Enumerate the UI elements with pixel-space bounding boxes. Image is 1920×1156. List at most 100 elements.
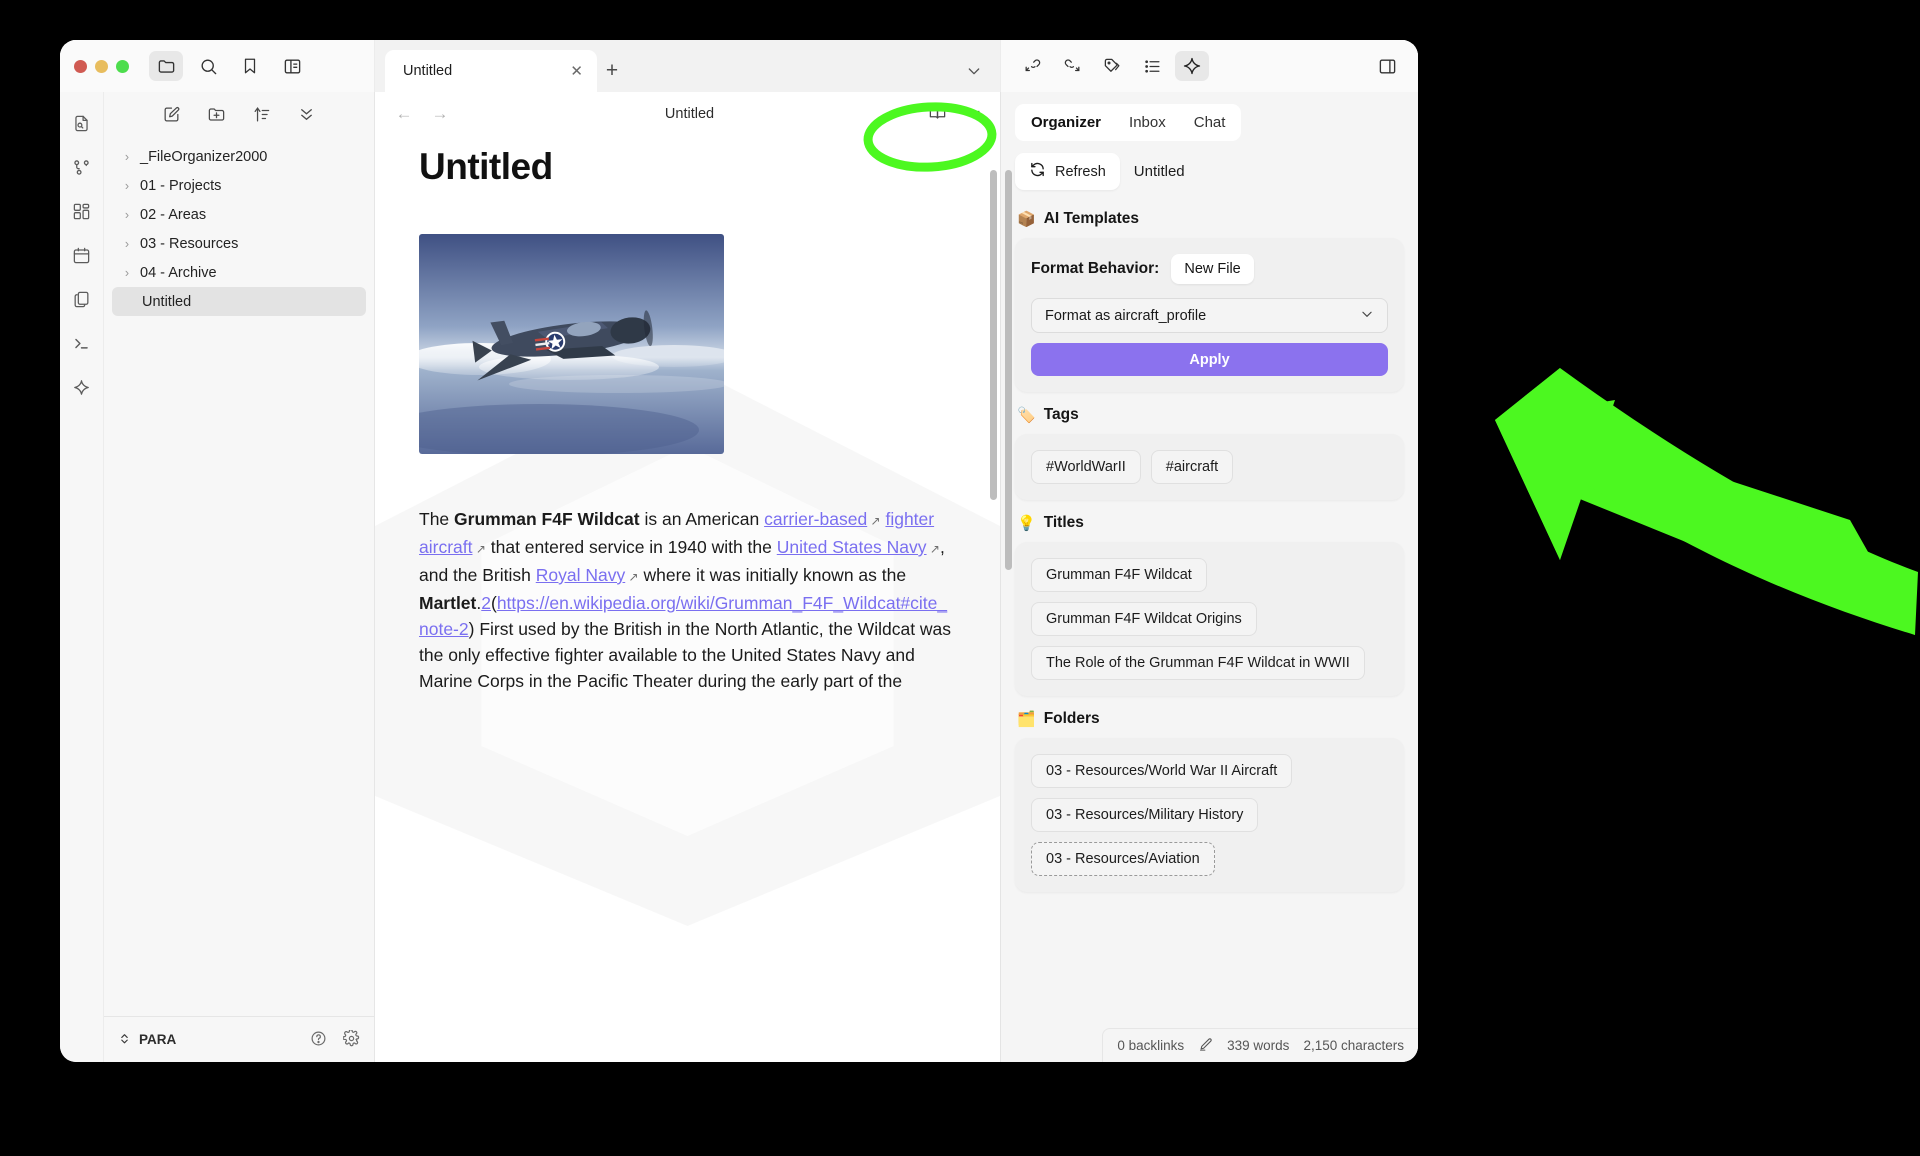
tab-organizer[interactable]: Organizer <box>1019 108 1113 137</box>
editor-scrollbar[interactable] <box>990 170 997 500</box>
explorer-item-untitled[interactable]: Untitled <box>112 287 366 316</box>
ai-sparkle-icon[interactable] <box>67 372 97 402</box>
explorer-item-projects[interactable]: › 01 - Projects <box>112 171 366 200</box>
forward-button[interactable]: → <box>429 104 451 124</box>
explorer-item-label: 03 - Resources <box>140 235 239 252</box>
template-select[interactable]: Format as aircraft_profile <box>1031 298 1388 333</box>
pencil-icon[interactable] <box>1198 1037 1213 1055</box>
app-body: › _FileOrganizer2000 › 01 - Projects › 0… <box>60 92 1418 1062</box>
para-text: is an American <box>639 509 765 529</box>
back-button[interactable]: ← <box>393 104 415 124</box>
folder-chip[interactable]: 03 - Resources/World War II Aircraft <box>1031 754 1293 788</box>
explorer-item-label: 02 - Areas <box>140 206 207 223</box>
panel-layout-icon[interactable] <box>275 51 309 81</box>
folder-chip[interactable]: 03 - Resources/Military History <box>1031 798 1259 832</box>
chevron-down-icon <box>1360 307 1374 324</box>
folder-icon[interactable] <box>149 51 183 81</box>
explorer-footer: PARA <box>104 1016 374 1062</box>
tab-label: Chat <box>1193 114 1226 131</box>
chevron-right-icon[interactable]: › <box>120 179 134 193</box>
section-title: AI Templates <box>1043 210 1140 227</box>
link-carrier-based[interactable]: carrier-based <box>764 509 867 529</box>
close-icon[interactable]: ✕ <box>570 62 583 80</box>
right-sidebar-toggle-icon[interactable] <box>1370 51 1404 81</box>
canvas-icon[interactable] <box>67 196 97 226</box>
backlinks-count[interactable]: 0 backlinks <box>1117 1038 1184 1053</box>
collapse-icon[interactable] <box>297 105 316 129</box>
para-text: where it was initially known as the <box>638 565 907 585</box>
vault-switch-icon[interactable] <box>118 1032 131 1048</box>
ai-sparkle-icon[interactable] <box>1175 51 1209 81</box>
organizer-scrollbar[interactable] <box>1005 170 1012 570</box>
link-united-states-navy[interactable]: United States Navy <box>777 537 927 557</box>
refresh-label: Refresh <box>1055 163 1106 180</box>
chevron-down-icon[interactable] <box>956 50 992 92</box>
maximize-window-button[interactable] <box>116 59 129 73</box>
new-tab-button[interactable]: + <box>597 50 627 92</box>
apply-button[interactable]: Apply <box>1031 343 1388 376</box>
explorer-item-areas[interactable]: › 02 - Areas <box>112 200 366 229</box>
chevron-right-icon[interactable]: › <box>120 150 134 164</box>
close-window-button[interactable] <box>74 59 87 73</box>
tags-icon[interactable] <box>1095 51 1129 81</box>
more-options-icon[interactable]: … <box>963 98 982 126</box>
refresh-button[interactable]: Refresh <box>1015 153 1120 190</box>
organizer-panel: Organizer Inbox Chat Refresh Untitled 📦 … <box>1000 92 1418 1062</box>
copy-files-icon[interactable] <box>67 284 97 314</box>
tag-chip[interactable]: #WorldWarII <box>1031 450 1141 484</box>
editor-pane: ← → Untitled … Untitled The Grumman F4F … <box>375 92 1000 1062</box>
link-citation-2[interactable]: 2 <box>481 593 491 613</box>
window-controls[interactable] <box>74 59 129 73</box>
chevron-right-icon[interactable]: › <box>120 266 134 280</box>
graph-view-icon[interactable] <box>67 152 97 182</box>
gear-icon[interactable] <box>342 1028 360 1050</box>
outgoing-link-icon[interactable] <box>1055 51 1089 81</box>
title-chip[interactable]: The Role of the Grumman F4F Wildcat in W… <box>1031 646 1365 680</box>
explorer-item-filerorganizer2000[interactable]: › _FileOrganizer2000 <box>112 142 366 171</box>
editor-header: ← → Untitled … <box>375 92 1000 136</box>
search-icon[interactable] <box>191 51 225 81</box>
explorer-toolbar <box>104 92 374 136</box>
tag-chip[interactable]: #aircraft <box>1150 450 1234 484</box>
chevron-right-icon[interactable]: › <box>120 208 134 222</box>
editor-content[interactable]: Untitled The Grumman F4F Wildcat is an A… <box>375 136 1000 1062</box>
terminal-icon[interactable] <box>67 328 97 358</box>
calendar-icon[interactable] <box>67 240 97 270</box>
organizer-sections: 📦 AI Templates Format Behavior: New File… <box>1001 200 1418 1062</box>
tab-inbox[interactable]: Inbox <box>1117 108 1178 137</box>
minimize-window-button[interactable] <box>95 59 108 73</box>
new-folder-icon[interactable] <box>207 105 226 129</box>
folder-icon: 🗂️ <box>1017 710 1036 728</box>
tab-untitled[interactable]: Untitled ✕ <box>385 50 597 92</box>
chevron-right-icon[interactable]: › <box>120 237 134 251</box>
format-behavior-button[interactable]: New File <box>1171 254 1254 284</box>
vault-name: PARA <box>139 1032 177 1047</box>
backlink-icon[interactable] <box>1015 51 1049 81</box>
tab-label: Organizer <box>1031 114 1102 131</box>
organizer-refresh-row: Refresh Untitled <box>1015 153 1418 190</box>
tags-chip-list: #WorldWarII #aircraft <box>1031 450 1388 484</box>
current-file-name: Untitled <box>1133 163 1185 180</box>
folders-card: 03 - Resources/World War II Aircraft 03 … <box>1015 738 1404 892</box>
outline-list-icon[interactable] <box>1135 51 1169 81</box>
help-icon[interactable] <box>310 1030 327 1050</box>
sort-icon[interactable] <box>252 105 271 129</box>
explorer-item-archive[interactable]: › 04 - Archive <box>112 258 366 287</box>
tab-label: Inbox <box>1129 114 1166 131</box>
book-icon[interactable] <box>928 103 947 126</box>
explorer-item-resources[interactable]: › 03 - Resources <box>112 229 366 258</box>
tab-chat[interactable]: Chat <box>1182 108 1238 137</box>
link-royal-navy[interactable]: Royal Navy <box>536 565 625 585</box>
package-icon: 📦 <box>1017 210 1036 228</box>
bookmark-icon[interactable] <box>233 51 267 81</box>
left-ribbon <box>60 92 104 1062</box>
folder-chip[interactable]: 03 - Resources/Aviation <box>1031 842 1215 876</box>
file-search-icon[interactable] <box>67 108 97 138</box>
new-note-icon[interactable] <box>162 105 181 129</box>
title-chip[interactable]: Grumman F4F Wildcat <box>1031 558 1207 592</box>
external-link-icon: ↗ <box>472 542 486 556</box>
external-link-icon: ↗ <box>867 514 881 528</box>
external-link-icon: ↗ <box>625 570 639 584</box>
explorer-item-label: _FileOrganizer2000 <box>140 148 268 165</box>
title-chip[interactable]: Grumman F4F Wildcat Origins <box>1031 602 1257 636</box>
